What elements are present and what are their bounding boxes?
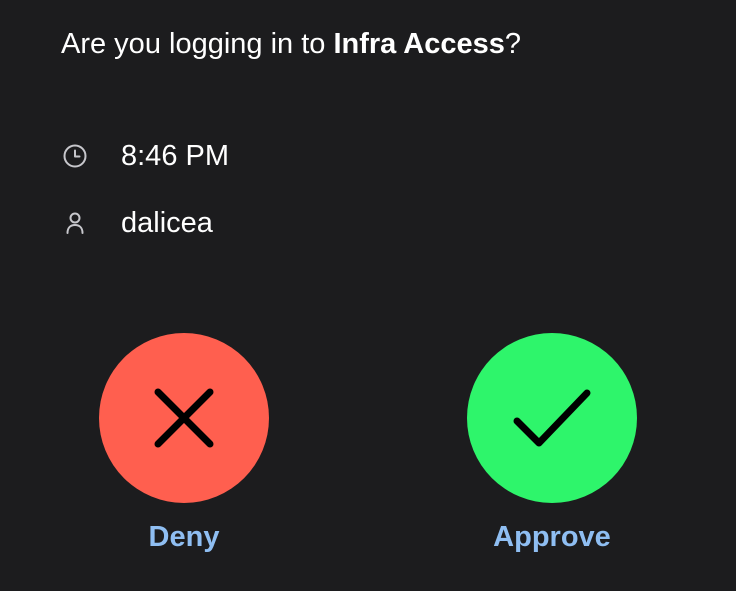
approve-circle[interactable] (467, 333, 637, 503)
time-row: 8:46 PM (61, 136, 229, 176)
deny-circle[interactable] (99, 333, 269, 503)
clock-icon (61, 142, 89, 170)
prompt-suffix: ? (504, 28, 522, 60)
login-time: 8:46 PM (121, 140, 229, 172)
user-row: dalicea (61, 203, 213, 243)
deny-button[interactable]: Deny (99, 333, 269, 555)
approve-button[interactable]: Approve (467, 333, 637, 555)
login-prompt: Are you logging in to Infra Access? (61, 24, 521, 64)
app-name: Infra Access (333, 28, 505, 60)
x-icon (154, 388, 214, 448)
checkmark-icon (513, 389, 591, 447)
deny-label[interactable]: Deny (149, 519, 220, 555)
prompt-prefix: Are you logging in to (61, 28, 334, 60)
username: dalicea (121, 207, 213, 239)
approve-label[interactable]: Approve (493, 519, 611, 555)
person-icon (61, 209, 89, 237)
